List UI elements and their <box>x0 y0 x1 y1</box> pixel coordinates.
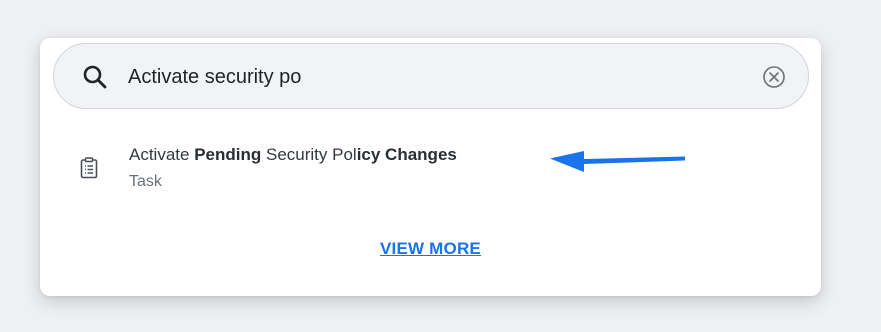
search-input[interactable] <box>128 58 728 96</box>
search-dropdown-card: Activate Pending Security Policy Changes… <box>40 38 821 296</box>
clipboard-icon <box>80 157 98 179</box>
result-title-part: Security Pol <box>261 145 357 164</box>
search-icon <box>83 65 107 89</box>
result-title-highlight: icy Changes <box>356 145 457 164</box>
view-more-container: VIEW MORE <box>40 239 821 259</box>
result-title-part: Activate <box>129 145 195 164</box>
result-title-highlight: Pending <box>194 145 262 164</box>
result-subtitle: Task <box>129 173 162 190</box>
clear-icon[interactable] <box>762 65 786 89</box>
search-bar[interactable] <box>53 43 809 109</box>
result-title: Activate Pending Security Policy Changes <box>129 145 457 165</box>
arrow-pointer-icon <box>550 151 685 172</box>
view-more-link[interactable]: VIEW MORE <box>380 239 481 258</box>
search-result-item[interactable]: Activate Pending Security Policy Changes… <box>40 134 821 198</box>
